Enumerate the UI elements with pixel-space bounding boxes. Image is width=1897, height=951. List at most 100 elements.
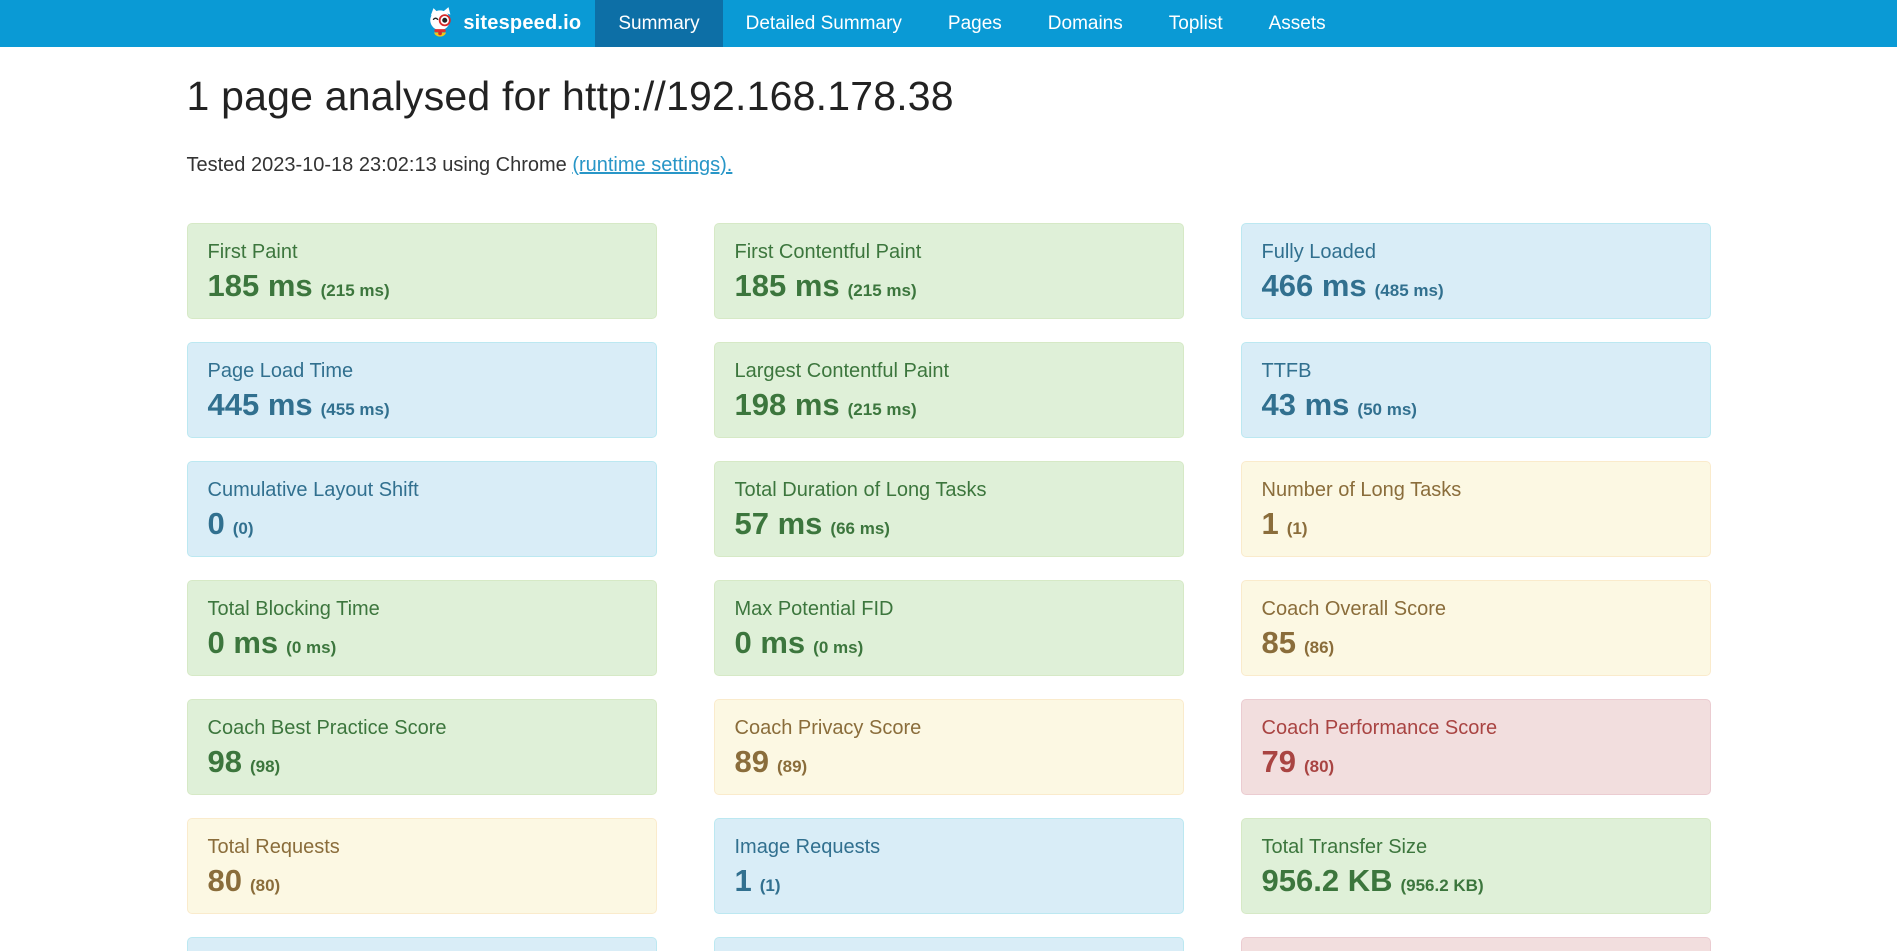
metric-value-row: 79 (80) bbox=[1262, 744, 1690, 780]
metric-value-row: 0(0) bbox=[208, 506, 636, 542]
tested-subtitle: Tested 2023-10-18 23:02:13 using Chrome … bbox=[187, 154, 1711, 177]
tab-pages[interactable]: Pages bbox=[925, 0, 1025, 47]
metric-label: Cumulative Layout Shift bbox=[208, 477, 636, 503]
metric-value: 85 bbox=[1262, 625, 1296, 660]
tab-domains[interactable]: Domains bbox=[1025, 0, 1146, 47]
metric-label: Image Requests bbox=[735, 834, 1163, 860]
sitespeed-logo-icon bbox=[426, 7, 456, 41]
metric-value-row: 43 ms (50 ms) bbox=[1262, 387, 1690, 423]
metric-value: 80 bbox=[208, 863, 242, 898]
metric-value-row: 80(80) bbox=[208, 863, 636, 899]
metric-label: Fully Loaded bbox=[1262, 239, 1690, 265]
metric-value-row: 1 (1) bbox=[735, 863, 1163, 899]
tab-detailed-summary[interactable]: Detailed Summary bbox=[723, 0, 925, 47]
metric-card-image-requests: Image Requests 1 (1) bbox=[714, 818, 1184, 914]
metric-value-row: 1 (1) bbox=[1262, 506, 1690, 542]
metric-label: Number of Long Tasks bbox=[1262, 477, 1690, 503]
metric-card-largest-contentful-paint: Largest Contentful Paint 198 ms (215 ms) bbox=[714, 342, 1184, 438]
metric-label: First Contentful Paint bbox=[735, 239, 1163, 265]
metric-label: Coach Privacy Score bbox=[735, 715, 1163, 741]
metric-value-row: 466 ms (485 ms) bbox=[1262, 268, 1690, 304]
metric-card-coach-privacy-score: Coach Privacy Score 89 (89) bbox=[714, 699, 1184, 795]
brand-text: sitespeed.io bbox=[463, 12, 581, 35]
metric-label: Total Duration of Long Tasks bbox=[735, 477, 1163, 503]
navbar-inner: sitespeed.io Summary Detailed Summary Pa… bbox=[412, 0, 1348, 47]
metric-value: 1 bbox=[735, 863, 752, 898]
metric-label: Page Load Time bbox=[208, 358, 636, 384]
metric-card-partial bbox=[187, 937, 657, 951]
metric-card-total-blocking-time: Total Blocking Time 0 ms(0 ms) bbox=[187, 580, 657, 676]
metric-value-row: 98 (98) bbox=[208, 744, 636, 780]
metric-label: Coach Best Practice Score bbox=[208, 715, 636, 741]
metric-secondary-value: (80) bbox=[1304, 757, 1334, 776]
metric-secondary-value: (956.2 KB) bbox=[1400, 876, 1483, 895]
metric-value-row: 89 (89) bbox=[735, 744, 1163, 780]
metric-secondary-value: (1) bbox=[760, 876, 781, 895]
metric-card-coach-performance-score: Coach Performance Score 79 (80) bbox=[1241, 699, 1711, 795]
metric-secondary-value: (66 ms) bbox=[830, 519, 890, 538]
metric-value: 89 bbox=[735, 744, 769, 779]
metric-card-first-paint: First Paint 185 ms(215 ms) bbox=[187, 223, 657, 319]
metric-card-coach-best-practice-score: Coach Best Practice Score 98 (98) bbox=[187, 699, 657, 795]
metric-label: First Paint bbox=[208, 239, 636, 265]
metric-label: Total Transfer Size bbox=[1262, 834, 1690, 860]
metric-secondary-value: (0 ms) bbox=[813, 638, 863, 657]
metric-label: Largest Contentful Paint bbox=[735, 358, 1163, 384]
tab-assets[interactable]: Assets bbox=[1246, 0, 1349, 47]
metric-label: Coach Overall Score bbox=[1262, 596, 1690, 622]
metric-secondary-value: (50 ms) bbox=[1357, 400, 1417, 419]
metric-card-partial bbox=[1241, 937, 1711, 951]
metric-value: 79 bbox=[1262, 744, 1296, 779]
metric-secondary-value: (485 ms) bbox=[1375, 281, 1444, 300]
metric-cards-grid: First Paint 185 ms(215 ms) First Content… bbox=[187, 223, 1711, 951]
main-content: 1 page analysed for http://192.168.178.3… bbox=[187, 73, 1711, 951]
metric-card-max-potential-fid: Max Potential FID 0 ms (0 ms) bbox=[714, 580, 1184, 676]
metric-value: 1 bbox=[1262, 506, 1279, 541]
metric-value-row: 198 ms (215 ms) bbox=[735, 387, 1163, 423]
metric-card-total-transfer-size: Total Transfer Size 956.2 KB (956.2 KB) bbox=[1241, 818, 1711, 914]
tab-toplist[interactable]: Toplist bbox=[1146, 0, 1246, 47]
metric-card-partial bbox=[714, 937, 1184, 951]
metric-value: 198 ms bbox=[735, 387, 840, 422]
metric-secondary-value: (89) bbox=[777, 757, 807, 776]
metric-value: 956.2 KB bbox=[1262, 863, 1393, 898]
metric-value: 0 ms bbox=[735, 625, 806, 660]
metric-secondary-value: (215 ms) bbox=[848, 400, 917, 419]
metric-value-row: 445 ms (455 ms) bbox=[208, 387, 636, 423]
metric-value-row: 0 ms (0 ms) bbox=[735, 625, 1163, 661]
metric-card-page-load-time: Page Load Time 445 ms (455 ms) bbox=[187, 342, 657, 438]
metric-card-number-of-long-tasks: Number of Long Tasks 1 (1) bbox=[1241, 461, 1711, 557]
metric-card-coach-overall-score: Coach Overall Score 85 (86) bbox=[1241, 580, 1711, 676]
metric-label: Total Requests bbox=[208, 834, 636, 860]
metric-value: 185 ms bbox=[735, 268, 840, 303]
metric-value-row: 0 ms(0 ms) bbox=[208, 625, 636, 661]
metric-card-total-duration-long-tasks: Total Duration of Long Tasks 57 ms(66 ms… bbox=[714, 461, 1184, 557]
runtime-settings-link[interactable]: (runtime settings). bbox=[572, 154, 732, 176]
metric-label: Max Potential FID bbox=[735, 596, 1163, 622]
metric-card-cumulative-layout-shift: Cumulative Layout Shift 0(0) bbox=[187, 461, 657, 557]
metric-value: 43 ms bbox=[1262, 387, 1350, 422]
tab-summary[interactable]: Summary bbox=[595, 0, 722, 47]
metric-value: 445 ms bbox=[208, 387, 313, 422]
metric-value-row: 956.2 KB (956.2 KB) bbox=[1262, 863, 1690, 899]
metric-secondary-value: (86) bbox=[1304, 638, 1334, 657]
metric-card-first-contentful-paint: First Contentful Paint 185 ms(215 ms) bbox=[714, 223, 1184, 319]
metric-value-row: 57 ms(66 ms) bbox=[735, 506, 1163, 542]
metric-label: TTFB bbox=[1262, 358, 1690, 384]
metric-secondary-value: (455 ms) bbox=[321, 400, 390, 419]
metric-label: Total Blocking Time bbox=[208, 596, 636, 622]
metric-card-total-requests: Total Requests 80(80) bbox=[187, 818, 657, 914]
metric-label: Coach Performance Score bbox=[1262, 715, 1690, 741]
metric-value-row: 185 ms(215 ms) bbox=[735, 268, 1163, 304]
metric-value: 466 ms bbox=[1262, 268, 1367, 303]
metric-value: 98 bbox=[208, 744, 242, 779]
metric-value-row: 85 (86) bbox=[1262, 625, 1690, 661]
metric-card-fully-loaded: Fully Loaded 466 ms (485 ms) bbox=[1241, 223, 1711, 319]
metric-secondary-value: (0) bbox=[233, 519, 254, 538]
metric-secondary-value: (98) bbox=[250, 757, 280, 776]
brand-link[interactable]: sitespeed.io bbox=[412, 0, 595, 47]
metric-secondary-value: (1) bbox=[1287, 519, 1308, 538]
metric-value: 0 ms bbox=[208, 625, 279, 660]
metric-card-ttfb: TTFB 43 ms (50 ms) bbox=[1241, 342, 1711, 438]
metric-secondary-value: (215 ms) bbox=[321, 281, 390, 300]
